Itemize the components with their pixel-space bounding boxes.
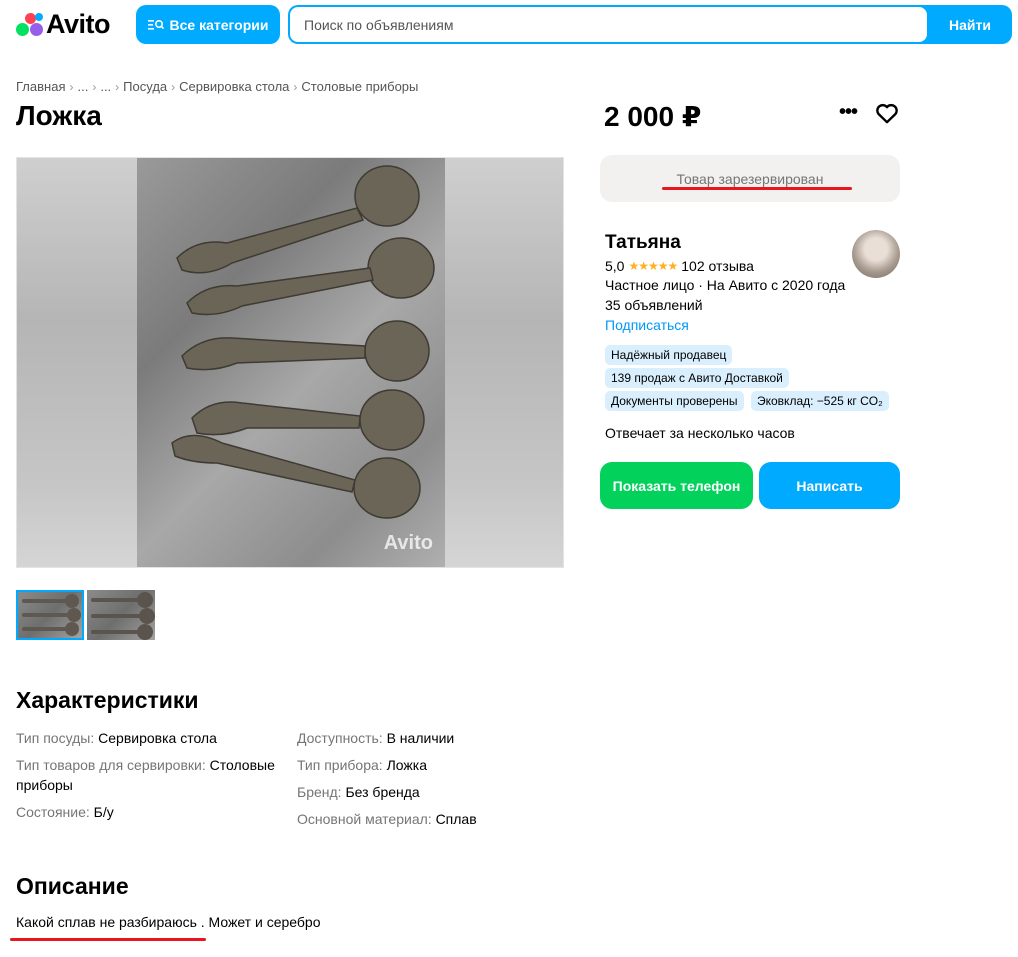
all-categories-label: Все категории bbox=[169, 16, 269, 33]
show-phone-button[interactable]: Показать телефон bbox=[600, 462, 753, 509]
thumbnail-1[interactable] bbox=[16, 590, 84, 640]
spec-dish-type: Тип посуды: Сервировка стола bbox=[16, 728, 286, 748]
badge-delivery-sales[interactable]: 139 продаж с Авито Доставкой bbox=[605, 368, 789, 388]
spec-availability: Доступность: В наличии bbox=[297, 728, 557, 748]
spec-value: Сервировка стола bbox=[98, 730, 217, 746]
avito-watermark: Avito bbox=[383, 532, 433, 554]
reserved-status: Товар зарезервирован bbox=[600, 155, 900, 202]
badge-documents-verified[interactable]: Документы проверены bbox=[605, 391, 744, 411]
description-heading: Описание bbox=[16, 873, 129, 899]
spec-value: В наличии bbox=[386, 730, 455, 746]
spec-key: Состояние: bbox=[16, 804, 94, 820]
write-message-button[interactable]: Написать bbox=[759, 462, 900, 509]
seller-type: Частное лицо · На Авито с 2020 года bbox=[605, 277, 846, 293]
all-categories-button[interactable]: Все категории bbox=[136, 5, 280, 44]
spec-material: Основной материал: Сплав bbox=[297, 809, 557, 829]
breadcrumb-item-ellipsis-1[interactable]: ... bbox=[77, 79, 88, 94]
chevron-right-icon: › bbox=[171, 79, 176, 94]
seller-rating[interactable]: 5,0 ★★★★★ 102 отзыва bbox=[605, 258, 754, 274]
spec-key: Тип посуды: bbox=[16, 730, 99, 746]
spec-key: Бренд: bbox=[297, 784, 346, 800]
chevron-right-icon: › bbox=[92, 79, 97, 94]
spec-condition: Состояние: Б/у bbox=[16, 802, 286, 822]
breadcrumb: Главная › ... › ... › Посуда › Сервировк… bbox=[16, 79, 418, 94]
thumbnail-2[interactable] bbox=[87, 590, 155, 640]
star-rating-icon: ★★★★★ bbox=[628, 259, 678, 273]
reviews-count: 102 отзыва bbox=[681, 258, 754, 274]
chevron-right-icon: › bbox=[69, 79, 74, 94]
breadcrumb-item-table-setting[interactable]: Сервировка стола bbox=[179, 79, 289, 94]
breadcrumb-item-ellipsis-2[interactable]: ... bbox=[100, 79, 111, 94]
spec-serving-goods-type: Тип товаров для сервировки: Столовые при… bbox=[16, 755, 286, 795]
main-photo[interactable]: Avito bbox=[16, 157, 564, 568]
seller-avatar[interactable] bbox=[852, 230, 900, 278]
spec-key: Основной материал: bbox=[297, 811, 436, 827]
spoons-illustration bbox=[171, 165, 435, 519]
rating-value: 5,0 bbox=[605, 258, 625, 274]
spec-cutlery-type: Тип прибора: Ложка bbox=[297, 755, 557, 775]
logo-text: Avito bbox=[46, 8, 111, 39]
subscribe-link[interactable]: Подписаться bbox=[605, 317, 689, 333]
listing-price: 2 000 ₽ bbox=[604, 101, 702, 132]
breadcrumb-item-dishes[interactable]: Посуда bbox=[123, 79, 167, 94]
specs-heading: Характеристики bbox=[16, 687, 199, 713]
spec-key: Тип товаров для сервировки: bbox=[16, 757, 210, 773]
spec-key: Тип прибора: bbox=[297, 757, 387, 773]
red-underline-annotation bbox=[10, 938, 206, 941]
badge-eco-contribution[interactable]: Эковклад: −525 кг CO₂ bbox=[751, 391, 889, 411]
photo-blur-right bbox=[445, 158, 563, 567]
seller-ads-count[interactable]: 35 объявлений bbox=[605, 297, 703, 313]
breadcrumb-item-cutlery[interactable]: Столовые приборы bbox=[301, 79, 418, 94]
description-text: Какой сплав не разбираюсь . Может и сере… bbox=[16, 914, 321, 930]
spec-value: Б/у bbox=[93, 804, 114, 820]
spoons-photo bbox=[137, 158, 445, 567]
chevron-right-icon: › bbox=[293, 79, 298, 94]
listing-title: Ложка bbox=[16, 100, 102, 131]
categories-search-icon bbox=[147, 19, 164, 30]
spec-value: Ложка bbox=[386, 757, 427, 773]
spec-brand: Бренд: Без бренда bbox=[297, 782, 557, 802]
search-button[interactable]: Найти bbox=[928, 5, 1012, 44]
search-bar: Найти bbox=[288, 5, 1012, 44]
spec-value: Без бренда bbox=[345, 784, 420, 800]
favorite-heart-icon[interactable] bbox=[874, 100, 900, 126]
spec-value: Сплав bbox=[435, 811, 477, 827]
photo-blur-left bbox=[17, 158, 137, 567]
thumbnail-spoons-icon bbox=[91, 592, 155, 640]
seller-name[interactable]: Татьяна bbox=[605, 232, 681, 254]
more-options-icon[interactable]: ••• bbox=[836, 100, 860, 124]
logo-dots-icon bbox=[16, 11, 44, 37]
chevron-right-icon: › bbox=[115, 79, 120, 94]
search-input[interactable] bbox=[290, 7, 927, 42]
reply-time: Отвечает за несколько часов bbox=[605, 425, 795, 441]
avito-logo[interactable]: Avito bbox=[16, 8, 111, 39]
thumbnail-spoons-icon bbox=[22, 594, 81, 636]
breadcrumb-item-home[interactable]: Главная bbox=[16, 79, 65, 94]
spec-key: Доступность: bbox=[297, 730, 387, 746]
badge-reliable-seller[interactable]: Надёжный продавец bbox=[605, 345, 733, 365]
red-underline-annotation bbox=[662, 187, 852, 190]
